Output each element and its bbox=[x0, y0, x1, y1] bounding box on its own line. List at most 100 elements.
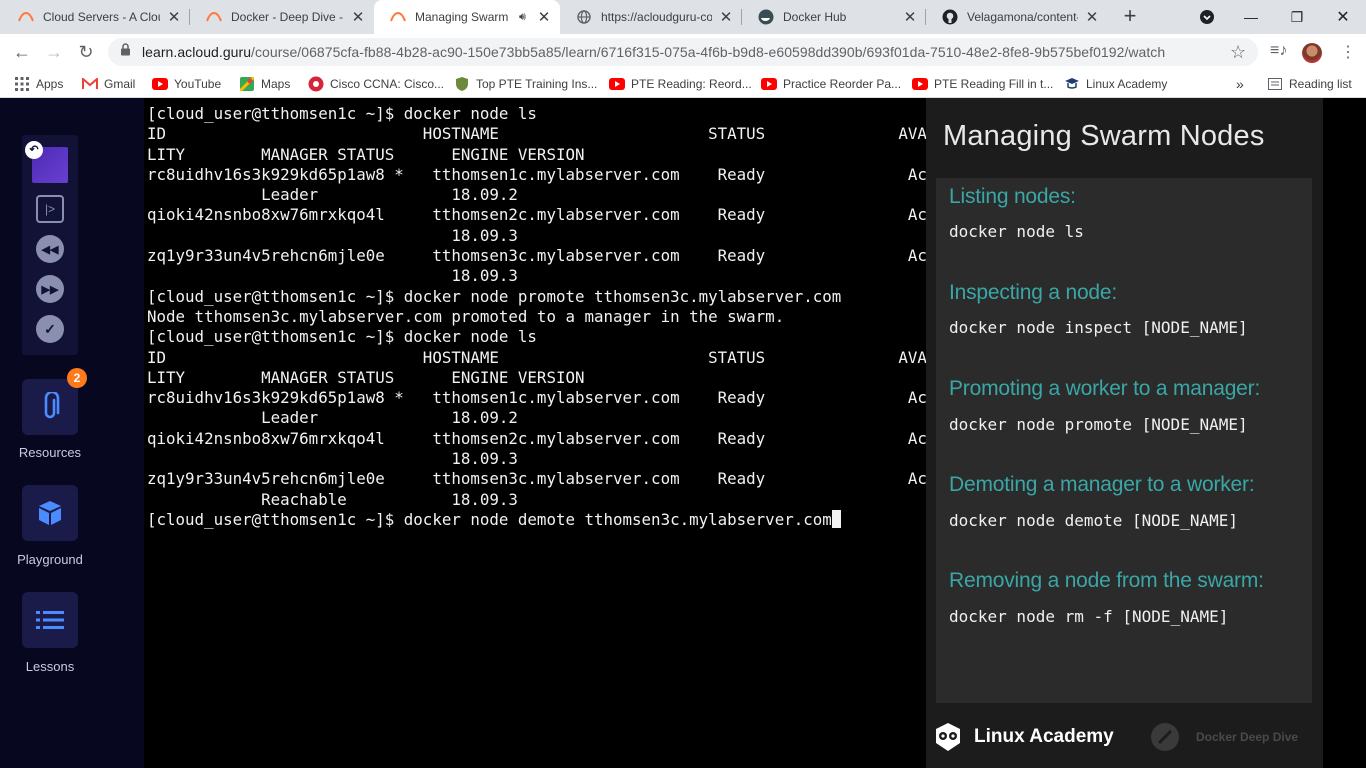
close-icon[interactable]: ✕ bbox=[1084, 9, 1100, 26]
terminal-line: zq1y9r33un4v5rehcn6mjle0e tthomsen3c.myl… bbox=[147, 246, 965, 266]
bookmark-cisco[interactable]: Cisco CCNA: Cisco... bbox=[308, 75, 444, 93]
terminal-line: LITY MANAGER STATUS ENGINE VERSION bbox=[147, 367, 585, 387]
media-control-icon[interactable]: ≡♪ bbox=[1270, 42, 1287, 60]
lesson-slide: Managing Swarm Nodes Listing nodes: dock… bbox=[926, 98, 1323, 768]
terminal-line: ID HOSTNAME STATUS AVAILABI bbox=[147, 347, 975, 367]
tab-title: Velagamona/content- bbox=[967, 10, 1078, 24]
terminal-video[interactable]: [cloud_user@tthomsen1c ~]$ docker node l… bbox=[144, 98, 975, 768]
github-icon bbox=[942, 9, 958, 25]
lessons-button[interactable] bbox=[22, 592, 78, 648]
course-sidebar: ↶ |> ◀◀ ▶▶ ✓ 2 Resources Playground Less… bbox=[0, 98, 144, 768]
command-reference-box: Listing nodes: docker node ls Inspecting… bbox=[936, 178, 1312, 703]
tab-strip: Cloud Servers - A Clou ✕ Docker - Deep D… bbox=[0, 0, 1366, 34]
section-heading: Listing nodes: bbox=[949, 185, 1076, 208]
close-icon[interactable]: ✕ bbox=[902, 9, 918, 26]
terminal-line: Leader 18.09.2 bbox=[147, 185, 518, 205]
tab-title: Docker Hub bbox=[783, 10, 847, 24]
close-window-button[interactable]: ✕ bbox=[1320, 0, 1366, 34]
terminal-line: qioki42nsnbo8xw76mrxkqo4l tthomsen2c.myl… bbox=[147, 428, 965, 448]
avatar[interactable] bbox=[1302, 43, 1322, 63]
more-menu-icon[interactable]: ⋮ bbox=[1340, 42, 1356, 62]
fast-forward-icon[interactable]: ▶▶ bbox=[36, 275, 64, 303]
linux-academy-brand: Linux Academy bbox=[932, 721, 1114, 753]
acloudguru-icon bbox=[18, 9, 34, 25]
tab-1[interactable]: Cloud Servers - A Clou ✕ bbox=[2, 0, 190, 34]
close-icon[interactable]: ✕ bbox=[166, 9, 182, 26]
close-icon[interactable]: ✕ bbox=[350, 9, 366, 26]
terminal-line: [cloud_user@tthomsen1c ~]$ docker node l… bbox=[147, 327, 537, 347]
address-bar[interactable]: learn.acloud.guru/course/06875cfa-fb88-4… bbox=[108, 38, 1258, 66]
new-tab-button[interactable]: + bbox=[1119, 5, 1141, 28]
minimize-button[interactable]: — bbox=[1228, 0, 1274, 34]
speaker-icon[interactable]: 🔊︎ bbox=[519, 11, 526, 24]
brand-name: Linux Academy bbox=[974, 726, 1114, 747]
more-bookmarks-icon[interactable]: » bbox=[1236, 75, 1244, 93]
section-command: docker node demote [NODE_NAME] bbox=[949, 511, 1238, 530]
restore-button[interactable]: ❐ bbox=[1274, 0, 1320, 34]
bookmark-label: Practice Reorder Pa... bbox=[783, 77, 902, 91]
bookmark-practice-reorder[interactable]: Practice Reorder Pa... bbox=[761, 75, 901, 93]
maps-icon bbox=[239, 76, 255, 92]
bookmark-pte-training[interactable]: Top PTE Training Ins... bbox=[454, 75, 597, 93]
playground-button[interactable] bbox=[22, 485, 78, 541]
tab-3-active[interactable]: Managing Swarm 🔊︎ ✕ bbox=[374, 0, 560, 34]
youtube-icon bbox=[152, 76, 168, 92]
lock-icon bbox=[120, 43, 134, 61]
bookmark-maps[interactable]: Maps bbox=[239, 75, 290, 93]
tab-5[interactable]: Docker Hub ✕ bbox=[742, 0, 926, 34]
bookmark-label: PTE Reading Fill in t... bbox=[934, 77, 1054, 91]
forward-arrow-icon[interactable]: → bbox=[41, 39, 67, 65]
player-controls-panel: ↶ |> ◀◀ ▶▶ ✓ bbox=[22, 135, 78, 355]
url-host: learn.acloud.guru bbox=[142, 44, 252, 60]
bookmark-pte-reorder[interactable]: PTE Reading: Reord... bbox=[609, 75, 752, 93]
reading-list-icon bbox=[1267, 76, 1283, 92]
pte-shield-icon bbox=[454, 76, 470, 92]
tab-2[interactable]: Docker - Deep Dive - A ✕ bbox=[190, 0, 374, 34]
docker-icon bbox=[758, 9, 774, 25]
bookmark-apps[interactable]: Apps bbox=[14, 75, 63, 93]
bookmark-label: Apps bbox=[36, 77, 64, 91]
bookmark-gmail[interactable]: Gmail bbox=[82, 75, 135, 93]
reading-list-button[interactable]: Reading list bbox=[1267, 75, 1352, 93]
terminal-line: [cloud_user@tthomsen1c ~]$ docker node l… bbox=[147, 104, 537, 123]
terminal-line: qioki42nsnbo8xw76mrxkqo4l tthomsen2c.myl… bbox=[147, 205, 965, 225]
course-thumbnail[interactable]: ↶ bbox=[25, 141, 68, 183]
bookmark-youtube[interactable]: YouTube bbox=[152, 75, 221, 93]
terminal-line: Leader 18.09.2 bbox=[147, 408, 518, 428]
resources-label: Resources bbox=[18, 445, 82, 460]
tab-title: Managing Swarm bbox=[415, 10, 509, 24]
sidebar-toggle-icon[interactable]: |> bbox=[36, 195, 64, 223]
rewind-icon[interactable]: ◀◀ bbox=[36, 235, 64, 263]
tab-search-icon[interactable] bbox=[1184, 0, 1230, 34]
check-icon[interactable]: ✓ bbox=[36, 315, 64, 343]
section-command: docker node ls bbox=[949, 222, 1084, 241]
youtube-icon bbox=[912, 76, 928, 92]
tab-4[interactable]: https://acloudguru-co ✕ bbox=[560, 0, 742, 34]
back-arrow-icon[interactable]: ← bbox=[9, 39, 35, 65]
reload-icon[interactable]: ↻ bbox=[73, 39, 99, 65]
bookmark-label: Linux Academy bbox=[1086, 77, 1168, 91]
terminal-line: 18.09.3 bbox=[147, 266, 518, 286]
globe-icon bbox=[576, 9, 592, 25]
tab-6[interactable]: Velagamona/content- ✕ bbox=[926, 0, 1108, 34]
paperclip-icon bbox=[44, 392, 60, 419]
close-icon[interactable]: ✕ bbox=[536, 9, 552, 26]
terminal-line: Node tthomsen3c.mylabserver.com promoted… bbox=[147, 306, 785, 326]
cisco-icon bbox=[308, 76, 324, 92]
current-command-text: [cloud_user@tthomsen1c ~]$ docker node d… bbox=[147, 509, 832, 529]
section-command: docker node promote [NODE_NAME] bbox=[949, 415, 1248, 434]
bookmark-star-icon[interactable]: ☆ bbox=[1230, 42, 1246, 63]
resources-button[interactable] bbox=[22, 379, 78, 435]
section-command: docker node inspect [NODE_NAME] bbox=[949, 318, 1248, 337]
course-name: Docker Deep Dive bbox=[1196, 730, 1299, 744]
section-heading: Demoting a manager to a worker: bbox=[949, 473, 1255, 496]
back-arrow-icon[interactable]: ↶ bbox=[25, 141, 43, 159]
terminal-line: 18.09.3 bbox=[147, 449, 518, 469]
bookmark-pte-fill[interactable]: PTE Reading Fill in t... bbox=[912, 75, 1053, 93]
bookmark-linux-academy[interactable]: Linux Academy bbox=[1064, 75, 1167, 93]
bookmark-label: Gmail bbox=[104, 77, 136, 91]
section-command: docker node rm -f [NODE_NAME] bbox=[949, 607, 1229, 626]
course-logo-icon bbox=[1151, 723, 1179, 751]
terminal-line: rc8uidhv16s3k929kd65p1aw8 * tthomsen1c.m… bbox=[147, 164, 965, 184]
close-icon[interactable]: ✕ bbox=[718, 9, 734, 26]
